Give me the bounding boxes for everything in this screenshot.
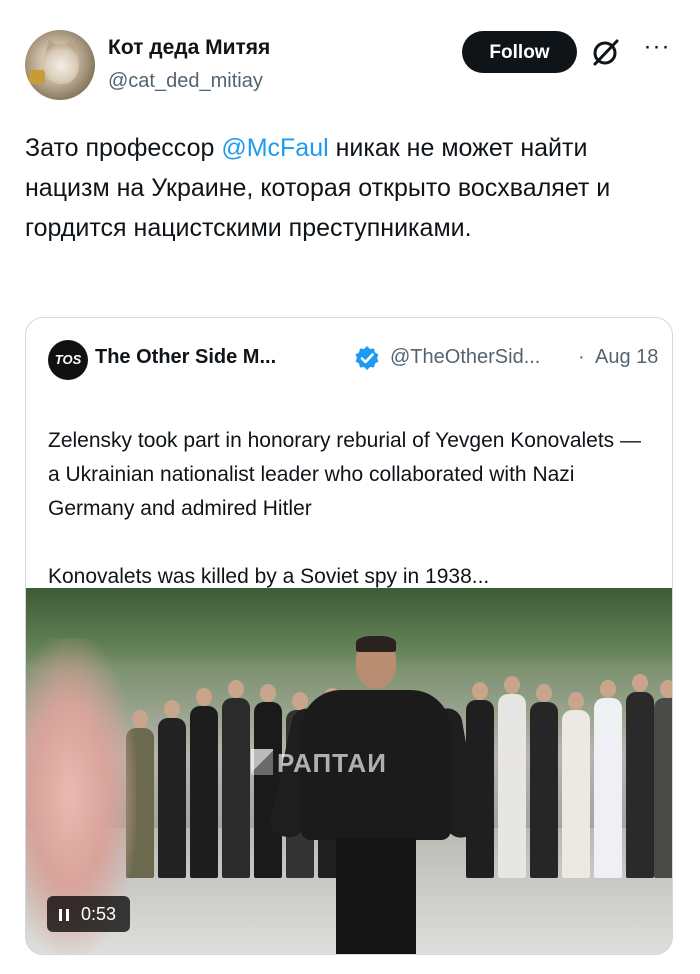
video-watermark: РАПТАИ	[251, 748, 387, 779]
author-handle[interactable]: @cat_ded_mitiay	[108, 70, 263, 93]
quoted-tweet-text: Zelensky took part in honorary reburial …	[48, 390, 658, 594]
cat-face	[43, 44, 79, 84]
author-display-name[interactable]: Кот деда Митяя	[108, 36, 270, 60]
separator-dot: ·	[578, 346, 585, 368]
quoted-author-name[interactable]: The Other Side M...	[95, 346, 276, 369]
video-player[interactable]: РАПТАИ 0:53	[26, 588, 672, 954]
video-timer[interactable]: 0:53	[47, 896, 131, 932]
verified-badge-icon	[355, 346, 379, 370]
video-main-figure	[267, 636, 483, 954]
cat-hat	[29, 70, 45, 84]
quoted-author-avatar[interactable]: TOS	[48, 340, 88, 380]
grok-icon[interactable]	[590, 36, 622, 68]
video-duration: 0:53	[81, 904, 117, 924]
quoted-tweet-card[interactable]: TOS The Other Side M... @TheOtherSid... …	[25, 317, 673, 955]
quoted-paragraph-1-text: Zelensky took part in honorary reburial …	[48, 429, 642, 520]
watermark-text: РАПТАИ	[277, 748, 387, 778]
ukraine-flag-icon	[48, 396, 76, 415]
quoted-paragraph-1	[48, 390, 658, 424]
author-avatar[interactable]	[25, 30, 95, 100]
tweet-text-part: Зато профессор	[25, 134, 222, 162]
tweet-text: Зато профессор @McFaul никак не может на…	[25, 128, 675, 248]
more-icon[interactable]: ···	[642, 35, 672, 66]
watermark-logo-icon	[251, 749, 273, 775]
mention-link[interactable]: @McFaul	[221, 134, 328, 162]
quoted-tweet-header: TOS The Other Side M... @TheOtherSid... …	[48, 340, 668, 380]
follow-button[interactable]: Follow	[462, 31, 577, 73]
pause-icon[interactable]	[59, 909, 69, 921]
quoted-author-handle[interactable]: @TheOtherSid...	[390, 346, 540, 369]
quoted-tweet-date[interactable]: Aug 18	[595, 346, 658, 369]
tweet-header: Кот деда Митяя @cat_ded_mitiay Follow ··…	[0, 0, 700, 110]
